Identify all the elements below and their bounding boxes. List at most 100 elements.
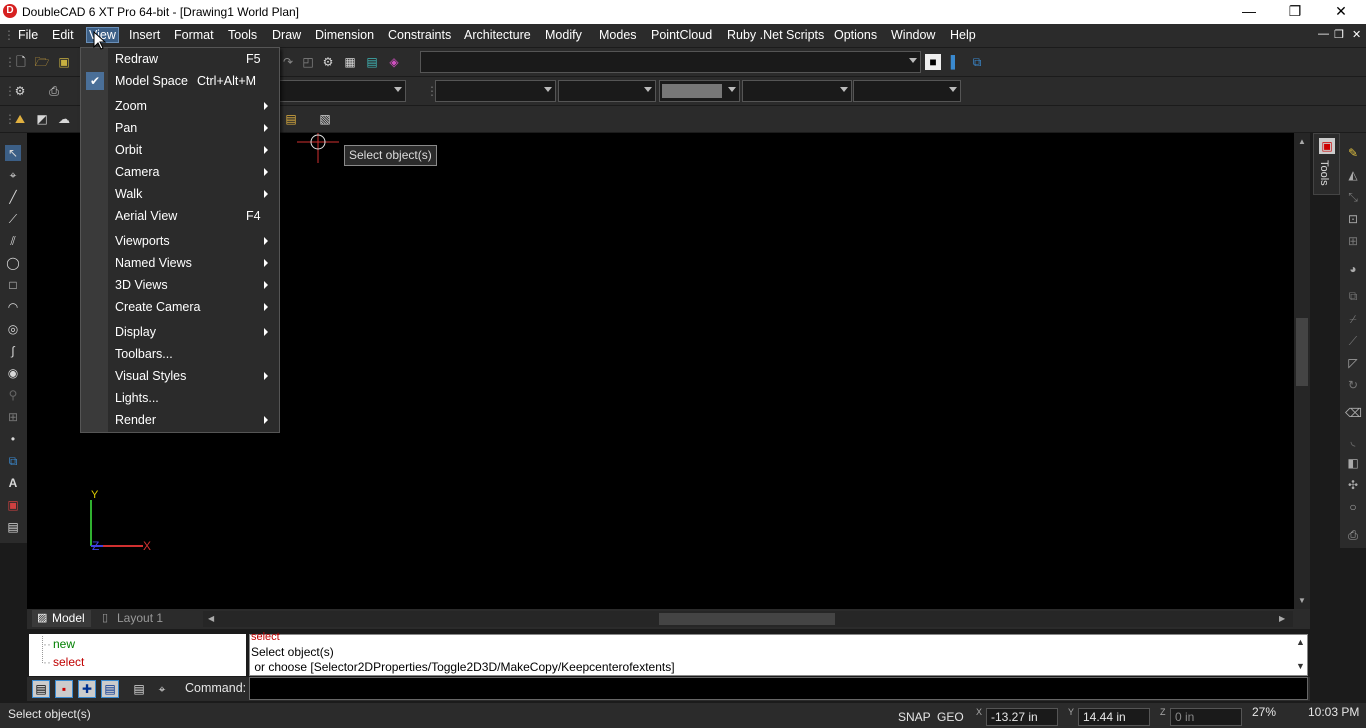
horizontal-scrollbar[interactable]: ◀ ▶ — [203, 611, 1293, 627]
menu-dimension[interactable]: Dimension — [315, 28, 374, 42]
menu-item-walk[interactable]: Walk — [81, 184, 279, 204]
horizontal-scroll-thumb[interactable] — [659, 613, 835, 625]
history-scroll-up-icon[interactable]: ▲ — [1296, 637, 1305, 647]
undo-list-icon[interactable]: ◰ — [300, 54, 316, 70]
select-arrow-icon[interactable]: ↖ — [5, 145, 21, 161]
offset-icon[interactable]: ⊡ — [1345, 211, 1361, 227]
style-combo[interactable] — [278, 80, 406, 102]
point-icon[interactable]: • — [5, 431, 21, 447]
print-preview-icon[interactable]: ⎙ — [1345, 527, 1361, 543]
menu-file[interactable]: File — [18, 28, 38, 42]
chamfer-icon[interactable]: ◸ — [1345, 355, 1361, 371]
mdi-restore-button[interactable]: ❐ — [1334, 28, 1344, 41]
cmd-add-icon[interactable]: ✚ — [78, 680, 96, 698]
new-file-icon[interactable]: 🗋 — [13, 54, 29, 70]
menu-pointcloud[interactable]: PointCloud — [651, 28, 712, 42]
menu-item-3d-views[interactable]: 3D Views — [81, 275, 279, 295]
open-folder-icon[interactable]: 🗁 — [34, 54, 50, 70]
point-select-icon[interactable]: ⌖ — [5, 167, 21, 183]
menu-item-camera[interactable]: Camera — [81, 162, 279, 182]
menu-item-visual-styles[interactable]: Visual Styles — [81, 366, 279, 386]
menu-item-orbit[interactable]: Orbit — [81, 140, 279, 160]
tree-item-new[interactable]: new — [53, 637, 75, 651]
stretch-icon[interactable]: ⤡ — [1345, 189, 1361, 205]
cmd-list-icon[interactable]: ▤ — [101, 680, 119, 698]
text-icon[interactable]: A — [5, 475, 21, 491]
tree-item-select[interactable]: select — [53, 655, 84, 669]
fill-icon[interactable]: ◕ — [1345, 261, 1361, 277]
layer-combo[interactable] — [420, 51, 921, 73]
extend-icon[interactable]: ⟋ — [1345, 333, 1361, 349]
ellipse-icon[interactable]: ◎ — [5, 321, 21, 337]
layers-icon[interactable]: ◧ — [1345, 455, 1361, 471]
color-combo[interactable] — [435, 80, 556, 102]
spline-icon[interactable]: ∫ — [5, 343, 21, 359]
menu-modify[interactable]: Modify — [545, 28, 582, 42]
rotate-icon[interactable]: ↻ — [1345, 377, 1361, 393]
tab-model[interactable]: ▨ Model — [32, 610, 91, 627]
print-icon[interactable]: ⎙ — [46, 83, 62, 99]
minimize-button[interactable]: — — [1226, 0, 1272, 24]
landscape-icon[interactable]: ⛰ — [12, 111, 28, 127]
menu-modes[interactable]: Modes — [599, 28, 637, 42]
scroll-down-icon[interactable]: ▼ — [1298, 596, 1306, 605]
calculator-icon[interactable]: ▤ — [364, 54, 380, 70]
cmd-snap-icon[interactable]: ⌖ — [154, 681, 170, 697]
menu-item-lights[interactable]: Lights... — [81, 388, 279, 408]
circle-tool-icon[interactable]: ○ — [1345, 499, 1361, 515]
scroll-up-icon[interactable]: ▲ — [1298, 137, 1306, 146]
mdi-minimize-button[interactable]: — — [1318, 28, 1329, 40]
array-icon[interactable]: ⊞ — [1345, 233, 1361, 249]
erase-icon[interactable]: ⌫ — [1345, 405, 1362, 421]
menu-item-toolbars[interactable]: Toolbars... — [81, 344, 279, 364]
linetype-combo[interactable] — [558, 80, 656, 102]
plotstyle-combo[interactable] — [742, 80, 852, 102]
menu-item-model-space[interactable]: ✔ Model Space Ctrl+Alt+M — [81, 71, 279, 91]
menu-item-create-camera[interactable]: Create Camera — [81, 297, 279, 317]
mdi-close-button[interactable]: ✕ — [1352, 28, 1361, 41]
folder-layers-icon[interactable]: ▤ — [283, 111, 299, 127]
menu-item-pan[interactable]: Pan — [81, 118, 279, 138]
command-input[interactable] — [249, 677, 1308, 700]
menu-item-zoom[interactable]: Zoom — [81, 96, 279, 116]
cmd-doc-icon[interactable]: ▤ — [131, 681, 147, 697]
cloud-icon[interactable]: ☁ — [56, 111, 72, 127]
menu-item-display[interactable]: Display — [81, 322, 279, 342]
snap-toggle[interactable]: SNAP — [898, 710, 931, 724]
z-coord-field[interactable]: 0 in — [1170, 708, 1242, 726]
menu-window[interactable]: Window — [891, 28, 935, 42]
block-icon[interactable]: ⧉ — [5, 453, 21, 469]
menu-insert[interactable]: Insert — [129, 28, 160, 42]
scroll-left-icon[interactable]: ◀ — [208, 614, 214, 623]
explode-icon[interactable]: ✣ — [1345, 477, 1361, 493]
menu-tools[interactable]: Tools — [228, 28, 257, 42]
render-icon[interactable]: ◩ — [34, 111, 50, 127]
mirror-icon[interactable]: ◭ — [1345, 167, 1361, 183]
rectangle-icon[interactable]: □ — [5, 277, 21, 293]
tab-layout-1[interactable]: ▯ Layout 1 — [97, 610, 169, 627]
table-icon[interactable]: ▦ — [342, 54, 358, 70]
magnify-icon[interactable]: ⚲ — [5, 387, 21, 403]
fillet-icon[interactable]: ◟ — [1345, 433, 1361, 449]
menu-constraints[interactable]: Constraints — [388, 28, 451, 42]
line-icon[interactable]: ╱ — [5, 189, 21, 205]
menu-help[interactable]: Help — [950, 28, 976, 42]
cmd-record-icon[interactable]: ▪ — [55, 680, 73, 698]
edit-pencil-icon[interactable]: ✎ — [1345, 145, 1361, 161]
menu-options[interactable]: Options — [834, 28, 877, 42]
menu-item-render[interactable]: Render — [81, 410, 279, 430]
close-button[interactable]: ✕ — [1318, 0, 1364, 24]
background-color-icon[interactable]: ■ — [925, 54, 941, 70]
snap-grid-icon[interactable]: ⊞ — [5, 409, 21, 425]
arc-icon[interactable]: ◠ — [5, 299, 21, 315]
circle-icon[interactable]: ◯ — [5, 255, 21, 271]
copy-icon[interactable]: ⧉ — [1345, 288, 1361, 304]
menu-architecture[interactable]: Architecture — [464, 28, 531, 42]
cmd-view-icon[interactable]: ▤ — [32, 680, 50, 698]
menu-format[interactable]: Format — [174, 28, 214, 42]
trim-icon[interactable]: ⌿ — [1345, 311, 1361, 327]
gear-camera-icon[interactable]: ⚙ — [320, 54, 336, 70]
eye-icon[interactable]: ◉ — [5, 365, 21, 381]
scroll-right-icon[interactable]: ▶ — [1279, 614, 1285, 623]
menu-item-viewports[interactable]: Viewports — [81, 231, 279, 251]
